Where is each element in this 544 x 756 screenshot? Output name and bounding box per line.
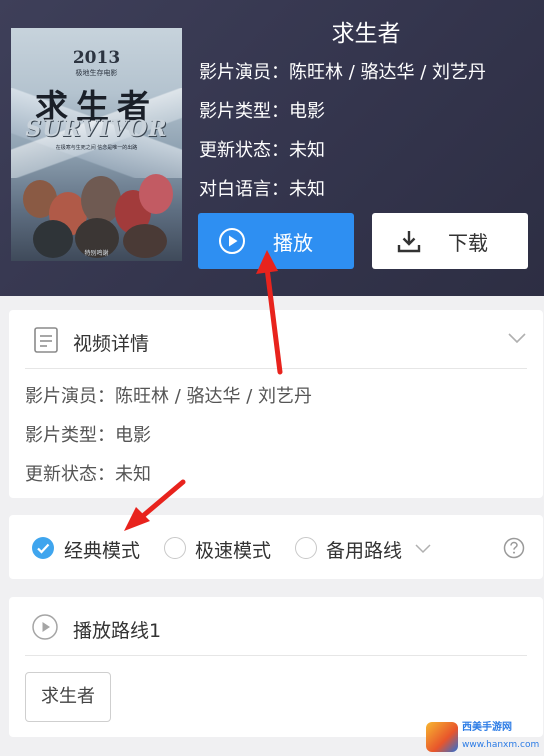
download-button-label: 下载 (448, 231, 488, 255)
detail-actors: 影片演员：陈旺林 / 骆达华 / 刘艺丹 (25, 386, 313, 407)
watermark-site: 西美手游网 (462, 722, 512, 733)
fast-mode-radio[interactable] (164, 537, 186, 559)
route-title: 播放路线1 (73, 620, 162, 642)
info-status: 更新状态：未知 (199, 140, 325, 161)
poster-tagline: 在极寒与生死之间 信念是唯一的出路 (55, 145, 138, 151)
document-icon (33, 326, 59, 358)
poster-title-en: SURVIVOR (25, 116, 168, 142)
backup-route-radio[interactable] (295, 537, 317, 559)
route-divider (25, 655, 527, 656)
video-details-card: 视频详情 影片演员：陈旺林 / 骆达华 / 刘艺丹 影片类型：电影 更新状态：未… (9, 310, 543, 498)
classic-mode-radio[interactable] (32, 537, 54, 559)
poster-year: 2013 (72, 48, 121, 68)
download-button[interactable]: 下载 (372, 213, 528, 269)
chevron-down-icon[interactable] (507, 330, 527, 349)
info-genre: 影片类型：电影 (199, 101, 325, 122)
details-divider (25, 368, 527, 369)
poster-subtitle: 极地生存电影 (75, 69, 118, 77)
details-title: 视频详情 (73, 333, 150, 355)
watermark-logo (426, 722, 458, 752)
play-circle-icon (218, 227, 246, 260)
fast-mode-label[interactable]: 极速模式 (195, 536, 271, 563)
download-icon (396, 228, 422, 259)
movie-header: 2013 极地生存电影 求生者 SURVIVOR 在极寒与生死之间 信念是唯一的… (0, 0, 544, 296)
info-language: 对白语言：未知 (199, 179, 325, 200)
detail-status: 更新状态：未知 (25, 464, 151, 485)
play-button[interactable]: 播放 (198, 213, 354, 269)
play-mode-card: 经典模式 极速模式 备用路线 (9, 515, 543, 579)
detail-genre: 影片类型：电影 (25, 425, 151, 446)
info-actors: 影片演员：陈旺林 / 骆达华 / 刘艺丹 (199, 62, 487, 83)
movie-poster: 2013 极地生存电影 求生者 SURVIVOR 在极寒与生死之间 信念是唯一的… (11, 28, 182, 261)
backup-route-label[interactable]: 备用路线 (326, 536, 402, 563)
episode-button[interactable]: 求生者 (25, 672, 111, 722)
play-route-card: 播放路线1 求生者 (9, 597, 543, 737)
check-icon (37, 543, 50, 554)
chevron-down-icon[interactable] (414, 540, 432, 559)
poster-credit: 特别鸣谢 (84, 250, 109, 257)
site-watermark: 西美手游网 www.hanxm.com (426, 718, 544, 756)
watermark-url: www.hanxm.com (462, 740, 540, 750)
movie-title: 求生者 (331, 21, 401, 47)
poster-cast-photo (19, 168, 179, 258)
classic-mode-label[interactable]: 经典模式 (64, 536, 140, 563)
help-icon[interactable] (503, 537, 525, 563)
play-button-label: 播放 (273, 231, 313, 255)
play-circle-icon (31, 613, 59, 645)
